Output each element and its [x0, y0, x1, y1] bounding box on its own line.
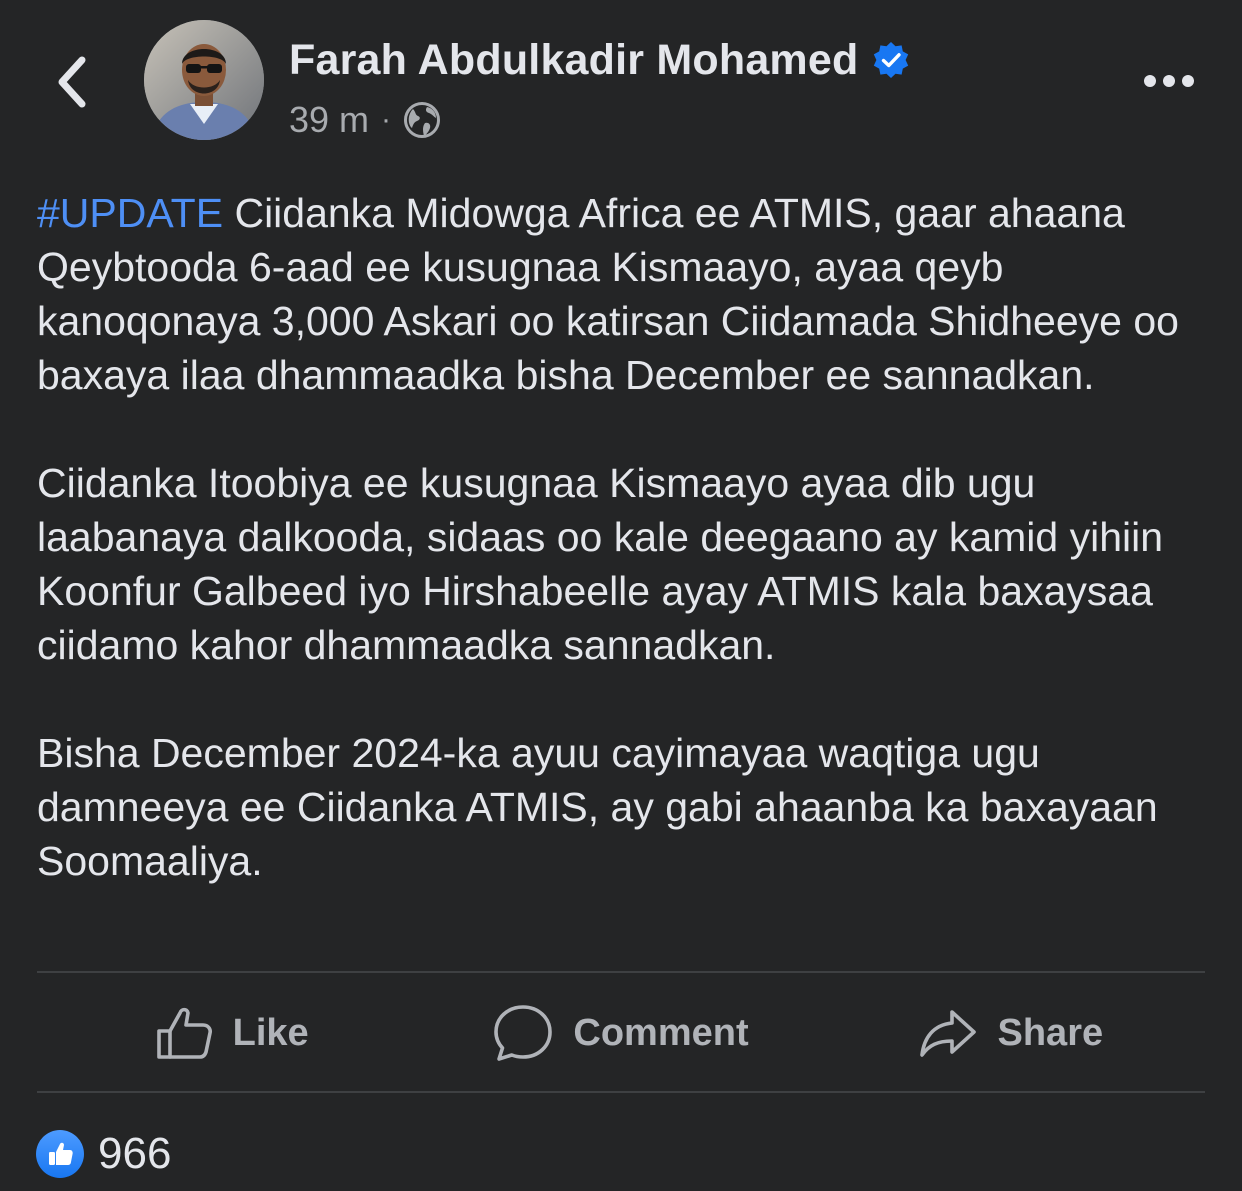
author-row: Farah Abdulkadir Mohamed	[289, 32, 910, 88]
share-arrow-icon	[919, 1010, 976, 1057]
more-dots-icon	[1182, 75, 1194, 87]
divider	[37, 971, 1205, 973]
like-label: Like	[232, 1011, 309, 1054]
post-text: #UPDATE Ciidanka Midowga Africa ee ATMIS…	[37, 186, 1207, 888]
post-meta: 39 m ·	[289, 98, 441, 142]
post-paragraph: #UPDATE Ciidanka Midowga Africa ee ATMIS…	[37, 186, 1207, 402]
share-button[interactable]: Share	[816, 975, 1205, 1091]
post-time[interactable]: 39 m	[289, 99, 369, 141]
comment-button[interactable]: Comment	[426, 975, 815, 1091]
verified-badge-icon	[874, 42, 909, 78]
more-dots-icon	[1163, 75, 1175, 87]
post-paragraph: Ciidanka Itoobiya ee kusugnaa Kismaayo a…	[37, 460, 1164, 668]
post-paragraph: Bisha December 2024-ka ayuu cayimayaa wa…	[37, 730, 1158, 884]
share-label: Share	[997, 1011, 1104, 1054]
globe-icon	[404, 102, 441, 138]
like-reaction-icon	[36, 1130, 84, 1178]
avatar-image	[144, 20, 264, 140]
comment-label: Comment	[573, 1011, 749, 1054]
thumbs-up-icon	[49, 1142, 73, 1165]
divider	[37, 1091, 1205, 1093]
thumbs-up-icon	[156, 1007, 212, 1059]
comment-bubble-icon	[494, 1005, 553, 1061]
avatar[interactable]	[144, 20, 264, 140]
meta-separator: ·	[381, 103, 392, 136]
reactions-summary[interactable]: 966	[36, 1126, 171, 1182]
like-button[interactable]: Like	[37, 975, 426, 1091]
more-dots-icon	[1144, 75, 1156, 87]
reaction-count: 966	[98, 1129, 172, 1178]
chevron-left-icon	[58, 56, 86, 108]
author-name[interactable]: Farah Abdulkadir Mohamed	[289, 36, 858, 85]
post-actions: Like Comment Share	[37, 975, 1205, 1091]
more-options-button[interactable]	[1136, 58, 1202, 104]
hashtag-link[interactable]: #UPDATE	[37, 190, 223, 236]
back-button[interactable]	[44, 52, 100, 112]
